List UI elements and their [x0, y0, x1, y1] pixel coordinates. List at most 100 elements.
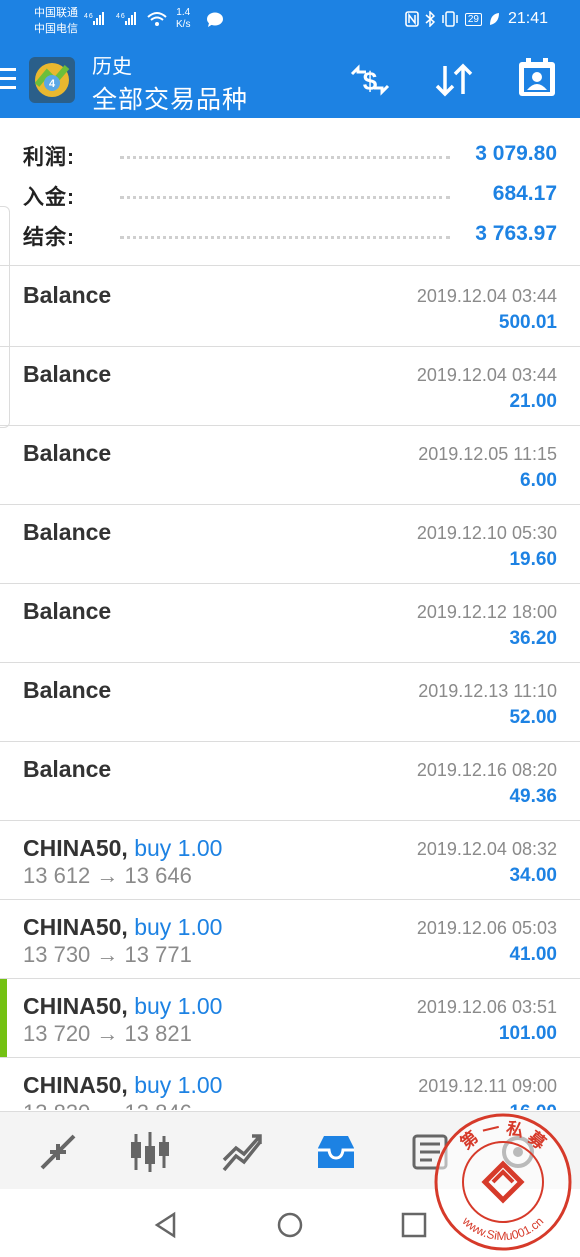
history-row[interactable]: CHINA50, buy 1.00 13 720 → 13 821 2019.12.…: [0, 979, 580, 1058]
row-symbol-name: Balance: [23, 756, 112, 782]
row-symbol: CHINA50, buy 1.00: [23, 1072, 222, 1099]
row-amount: 21.00: [509, 391, 557, 412]
nfc-icon: [405, 11, 419, 27]
row-amount: 500.01: [498, 312, 557, 333]
row-symbol: CHINA50, buy 1.00: [23, 993, 222, 1020]
row-amount: 6.00: [520, 470, 557, 491]
row-amount: 41.00: [509, 944, 557, 965]
row-symbol-name: CHINA50,: [23, 993, 128, 1019]
vibrate-icon: [442, 11, 458, 27]
carrier-2: 中国电信: [34, 23, 78, 35]
summary-row-balance: 结余: 3 763.97: [0, 213, 580, 253]
history-row[interactable]: CHINA50, buy 1.00 13 612 → 13 646 2019.12.…: [0, 821, 580, 900]
row-symbol: CHINA50, buy 1.00: [23, 835, 222, 862]
account-summary: 利润: 3 079.80 入金: 684.17 结余: 3 763.97: [0, 118, 580, 266]
row-symbol: Balance: [23, 440, 111, 467]
row-prices: 13 730 → 13 771: [23, 942, 192, 967]
carrier-1: 中国联通: [34, 7, 78, 19]
history-row[interactable]: Balance 2019.12.04 03:44 21.00: [0, 347, 580, 426]
row-amount: 101.00: [498, 1023, 557, 1044]
dotted-leader: [120, 156, 450, 159]
status-bar: 中国联通 中国电信 46 46 1.4 K/s 29 21:41: [0, 0, 580, 42]
row-symbol-name: CHINA50,: [23, 1072, 128, 1098]
row-symbol-name: Balance: [23, 519, 112, 545]
row-time: 2019.12.04 03:44: [416, 365, 557, 385]
row-time: 2019.12.06 03:51: [416, 997, 557, 1017]
history-row[interactable]: Balance 2019.12.10 05:30 19.60: [0, 505, 580, 584]
carrier-names: 中国联通 中国电信: [34, 5, 78, 37]
row-time: 2019.12.10 05:30: [416, 523, 557, 543]
menu-icon[interactable]: [0, 68, 16, 90]
row-time: 2019.12.04 03:44: [416, 286, 557, 306]
watermark-seal: 第 一 私 募 www.SiMu001.cn: [434, 1113, 572, 1251]
signal-indicators: 46 46: [84, 9, 172, 32]
history-row[interactable]: Balance 2019.12.05 11:15 6.00: [0, 426, 580, 505]
net-speed-value: 1.4: [176, 7, 191, 18]
row-time: 2019.12.05 11:15: [418, 444, 557, 464]
chat-icon: [207, 12, 223, 27]
row-symbol-name: CHINA50,: [23, 914, 128, 940]
metatrader-logo: 4: [29, 57, 75, 103]
row-time: 2019.12.12 18:00: [416, 602, 557, 622]
history-list: Balance 2019.12.04 03:44 500.01 Balance 2019…: [0, 268, 580, 1110]
net-speed: 1.4 K/s: [176, 7, 190, 31]
history-row[interactable]: CHINA50, buy 1.0013 830 → 13 8462019.12.…: [0, 1058, 580, 1110]
row-symbol: Balance: [23, 282, 111, 309]
history-row[interactable]: Balance 2019.12.04 03:44 500.01: [0, 268, 580, 347]
row-symbol: Balance: [23, 519, 111, 546]
leaf-icon: [489, 13, 499, 25]
row-deal-type: buy 1.00: [134, 914, 223, 940]
row-amount: 16.00: [509, 1102, 557, 1110]
recents-icon[interactable]: [400, 1211, 428, 1239]
history-row[interactable]: Balance 2019.12.12 18:00 36.20: [0, 584, 580, 663]
row-symbol-name: Balance: [23, 282, 112, 308]
row-amount: 34.00: [509, 865, 557, 886]
clock: 21:41: [507, 10, 548, 27]
row-amount: 49.36: [509, 786, 557, 807]
row-deal-type: buy 1.00: [134, 1072, 223, 1098]
history-row[interactable]: CHINA50, buy 1.00 13 730 → 13 771 2019.12.…: [0, 900, 580, 979]
history-row[interactable]: Balance 2019.12.16 08:20 49.36: [0, 742, 580, 821]
row-time: 2019.12.06 05:03: [416, 918, 557, 938]
signal-icon: 46 46: [84, 12, 167, 26]
row-time: 2019.12.13 11:10: [418, 681, 557, 701]
row-symbol: Balance: [23, 361, 111, 388]
row-prices: 13 612 → 13 646: [23, 863, 192, 888]
symbol-filter[interactable]: 全部交易品种: [92, 80, 248, 116]
history-icon[interactable]: [314, 1130, 358, 1174]
row-amount: 19.60: [509, 549, 557, 570]
svg-text:$: $: [363, 66, 378, 96]
row-symbol-name: Balance: [23, 361, 112, 387]
dotted-leader: [120, 196, 450, 199]
summary-row-deposit: 入金: 684.17: [0, 173, 580, 213]
chart-icon[interactable]: [128, 1130, 172, 1174]
home-icon[interactable]: [276, 1211, 304, 1239]
trade-icon[interactable]: [220, 1130, 264, 1174]
quotes-icon[interactable]: [36, 1130, 80, 1174]
summary-label: 结余:: [23, 226, 75, 249]
row-prices: 13 720 → 13 821: [23, 1021, 192, 1046]
row-symbol: Balance: [23, 756, 111, 783]
row-symbol-name: Balance: [23, 598, 112, 624]
summary-row-profit: 利润: 3 079.80: [0, 133, 580, 173]
row-deal-type: buy 1.00: [134, 993, 223, 1019]
net-speed-unit: K/s: [176, 19, 191, 30]
calendar-icon[interactable]: [515, 56, 559, 100]
summary-label: 利润:: [23, 146, 75, 169]
summary-value: 3 763.97: [475, 222, 557, 245]
sort-icon[interactable]: [433, 60, 475, 100]
row-amount: 36.20: [509, 628, 557, 649]
summary-label: 入金:: [23, 186, 75, 209]
row-symbol-name: Balance: [23, 677, 112, 703]
row-time: 2019.12.16 08:20: [416, 760, 557, 780]
row-symbol-name: CHINA50,: [23, 835, 128, 861]
row-symbol: CHINA50, buy 1.00: [23, 914, 222, 941]
history-row[interactable]: Balance 2019.12.13 11:10 52.00: [0, 663, 580, 742]
status-right: 29 21:41: [405, 10, 548, 28]
summary-value: 3 079.80: [475, 142, 557, 165]
exchange-icon[interactable]: $: [346, 60, 394, 100]
signal-2-label: 46: [116, 13, 126, 20]
battery-icon: 29: [464, 12, 482, 26]
row-prices: 13 830 → 13 846: [23, 1100, 192, 1110]
back-icon[interactable]: [152, 1211, 180, 1239]
